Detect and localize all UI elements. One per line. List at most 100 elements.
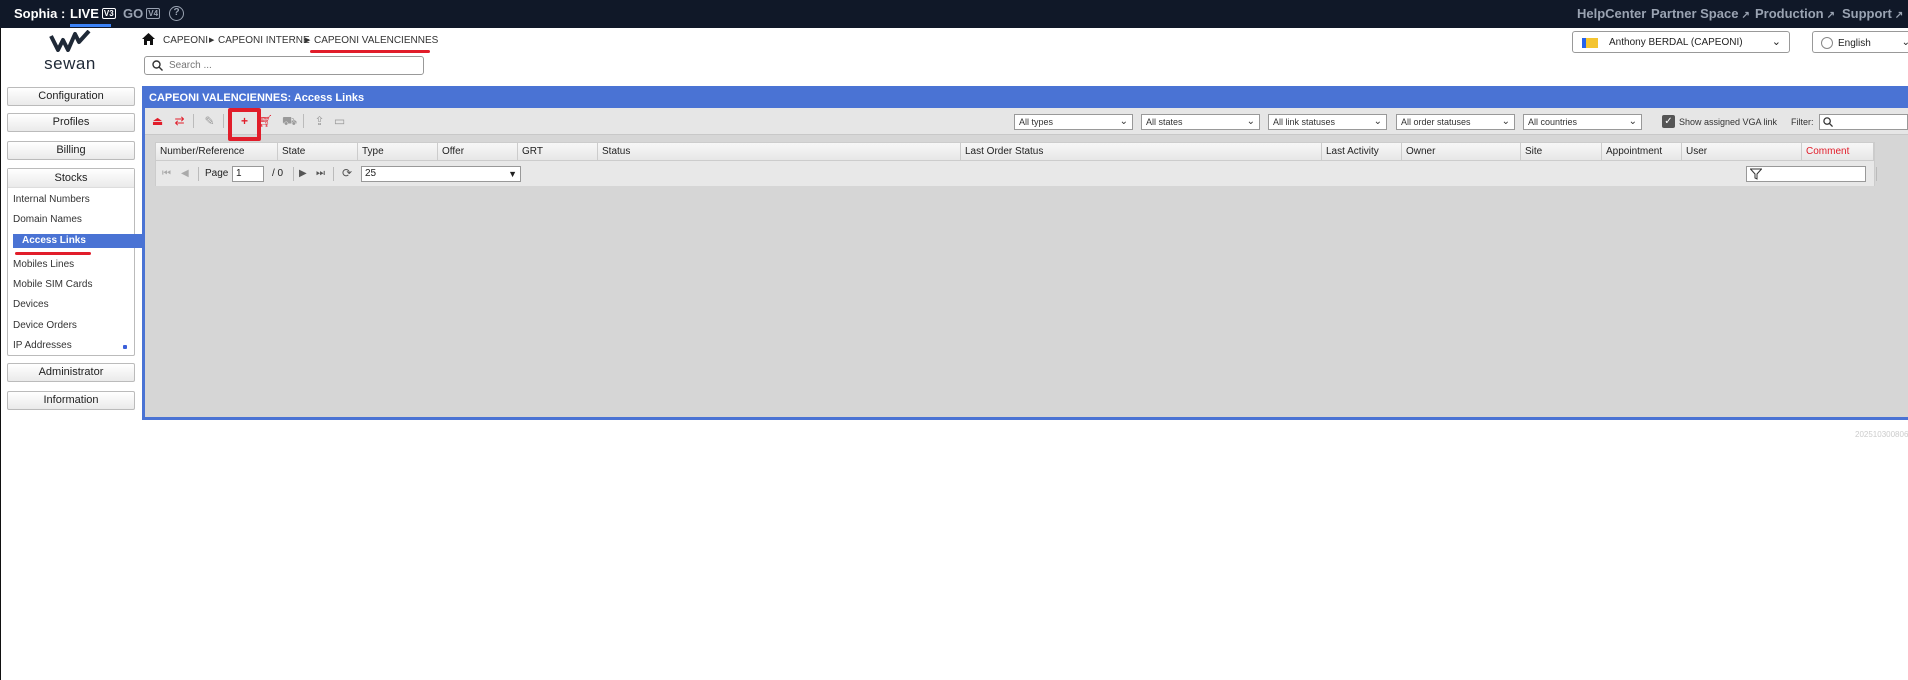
breadcrumb-annotation-underline <box>310 50 430 53</box>
chevron-down-icon: ⌄ <box>1119 116 1128 127</box>
page-size-select[interactable]: 25 ▼ <box>361 166 521 182</box>
search-input[interactable] <box>169 59 419 72</box>
column-filter-input[interactable] <box>1746 166 1866 182</box>
menu-configuration[interactable]: Configuration <box>7 87 135 106</box>
pager-separator <box>293 167 294 181</box>
sidebar-item-ip-addresses[interactable]: IP Addresses <box>13 340 72 351</box>
sidebar-item-devices[interactable]: Devices <box>13 299 49 310</box>
chevron-down-icon: ⌄ <box>1373 116 1382 127</box>
toolbar-separator <box>303 114 304 128</box>
access-links-panel: CAPEONI VALENCIENNES: Access Links ⏏ ⇄ ✎… <box>142 86 1908 420</box>
column-site[interactable]: Site <box>1521 143 1602 161</box>
filter-types-select[interactable]: All types ⌄ <box>1014 114 1133 130</box>
production-link[interactable]: Production ↗ <box>1755 6 1835 21</box>
chevron-down-icon: ⌄ <box>1901 37 1908 48</box>
panel-toolbar: ⏏ ⇄ ✎ + 🛒︎ ⛟ ⇪ ▭ All types ⌄ All states ⌄ … <box>145 108 1908 141</box>
app-brand: Sophia : <box>14 6 66 21</box>
remove-cart-icon[interactable]: ⛟ <box>282 114 297 128</box>
active-env-indicator <box>70 24 111 27</box>
pager-separator <box>198 167 199 181</box>
helpcenter-link[interactable]: HelpCenter <box>1577 6 1646 21</box>
breadcrumb-item-capeoni[interactable]: CAPEONI <box>163 35 208 46</box>
column-comment[interactable]: Comment <box>1802 143 1874 161</box>
menu-profiles[interactable]: Profiles <box>7 113 135 132</box>
column-type[interactable]: Type <box>358 143 438 161</box>
cart-icon[interactable]: 🛒︎ <box>258 114 273 128</box>
page-number-input[interactable]: 1 <box>232 166 264 182</box>
column-user[interactable]: User <box>1682 143 1802 161</box>
chevron-down-icon: ⌄ <box>1246 116 1255 127</box>
chevron-down-icon: ⌄ <box>1628 116 1637 127</box>
column-grt[interactable]: GRT <box>518 143 598 161</box>
eject-icon[interactable]: ⏏ <box>150 114 165 128</box>
refresh-icon[interactable]: ⟳ <box>342 166 352 180</box>
search-icon <box>1823 117 1833 127</box>
user-name: Anthony BERDAL (CAPEONI) <box>1609 37 1743 48</box>
filter-order-statuses-select[interactable]: All order statuses ⌄ <box>1396 114 1515 130</box>
column-offer[interactable]: Offer <box>438 143 518 161</box>
env-go-tab[interactable]: GO V4 <box>123 6 161 21</box>
env-live-tab[interactable]: LIVE V3 <box>70 6 116 21</box>
export-icon[interactable]: ⇪ <box>312 114 327 128</box>
add-button-annotation-box <box>228 108 261 141</box>
filter-countries-select[interactable]: All countries ⌄ <box>1523 114 1642 130</box>
show-vga-checkbox[interactable]: ✓ <box>1662 115 1675 128</box>
breadcrumb-item-capeoni-interne[interactable]: CAPEONI INTERNE <box>218 35 310 46</box>
menu-administrator[interactable]: Administrator <box>7 363 135 382</box>
logo-mark-icon <box>49 30 91 52</box>
last-page-icon[interactable]: ⏭ <box>316 168 325 179</box>
breadcrumb-item-capeoni-valenciennes: CAPEONI VALENCIENNES <box>314 35 439 46</box>
filter-input[interactable] <box>1819 114 1908 130</box>
column-last-activity[interactable]: Last Activity <box>1322 143 1402 161</box>
home-icon[interactable] <box>142 33 155 45</box>
filter-icon <box>1750 168 1762 180</box>
menu-billing[interactable]: Billing <box>7 141 135 160</box>
monitor-icon[interactable]: ▭ <box>332 114 347 128</box>
sidebar-item-device-orders[interactable]: Device Orders <box>13 320 77 331</box>
support-link[interactable]: Support ↗ <box>1842 6 1903 21</box>
column-owner[interactable]: Owner <box>1402 143 1521 161</box>
search-icon <box>152 60 163 71</box>
chevron-down-icon: ▼ <box>508 169 517 179</box>
column-appointment-date[interactable]: Appointment date <box>1602 143 1682 175</box>
build-number: 20251030080609 <box>1855 430 1908 439</box>
live-version-badge: V3 <box>101 8 116 19</box>
sidebar-item-internal-numbers[interactable]: Internal Numbers <box>13 194 90 205</box>
first-page-icon[interactable]: ⏮ <box>162 168 171 179</box>
user-flag-icon <box>1582 38 1598 48</box>
column-last-order-status[interactable]: Last Order Status <box>961 143 1322 161</box>
column-number-reference[interactable]: Number/Reference <box>156 143 278 161</box>
breadcrumb-separator: ▶ <box>305 37 311 44</box>
search-box[interactable] <box>144 56 424 75</box>
access-links-annotation-underline <box>15 252 91 255</box>
sidebar-item-access-links[interactable]: Access Links <box>13 234 143 248</box>
filter-label: Filter: <box>1791 117 1814 127</box>
sewan-logo[interactable]: sewan <box>42 30 98 75</box>
filter-states-select[interactable]: All states ⌄ <box>1141 114 1260 130</box>
help-icon[interactable]: ? <box>169 6 184 21</box>
globe-icon <box>1821 37 1833 49</box>
sidebar-item-mobile-sim-cards[interactable]: Mobile SIM Cards <box>13 279 92 290</box>
partner-space-link[interactable]: Partner Space ↗ <box>1651 6 1750 21</box>
access-links-grid: Number/Reference State Type Offer GRT St… <box>155 142 1877 186</box>
column-status[interactable]: Status <box>598 143 961 161</box>
show-vga-label: Show assigned VGA link <box>1679 117 1778 127</box>
user-account-select[interactable]: Anthony BERDAL (CAPEONI) ⌄ <box>1572 31 1790 53</box>
menu-information[interactable]: Information <box>7 391 135 410</box>
edit-link-icon[interactable]: ⇄ <box>172 114 187 128</box>
column-state[interactable]: State <box>278 143 358 161</box>
menu-stocks[interactable]: Stocks <box>8 169 134 188</box>
go-version-badge: V4 <box>146 8 161 19</box>
filter-link-statuses-select[interactable]: All link statuses ⌄ <box>1268 114 1387 130</box>
prev-page-icon[interactable]: ◀ <box>181 168 189 179</box>
external-link-icon: ↗ <box>1741 10 1750 21</box>
edit-icon[interactable]: ✎ <box>202 114 217 128</box>
external-link-icon: ↗ <box>1826 10 1835 21</box>
sidebar-item-mobiles-lines[interactable]: Mobiles Lines <box>13 259 74 270</box>
next-page-icon[interactable]: ▶ <box>299 168 307 179</box>
sidebar-item-domain-names[interactable]: Domain Names <box>13 214 82 225</box>
language-select[interactable]: English ⌄ <box>1812 31 1908 53</box>
toolbar-separator <box>223 114 224 128</box>
pager-separator <box>1876 167 1877 181</box>
grid-pager: ⏮ ◀ Page 1 / 0 ▶ ⏭ ⟳ 25 ▼ <box>156 162 1877 186</box>
